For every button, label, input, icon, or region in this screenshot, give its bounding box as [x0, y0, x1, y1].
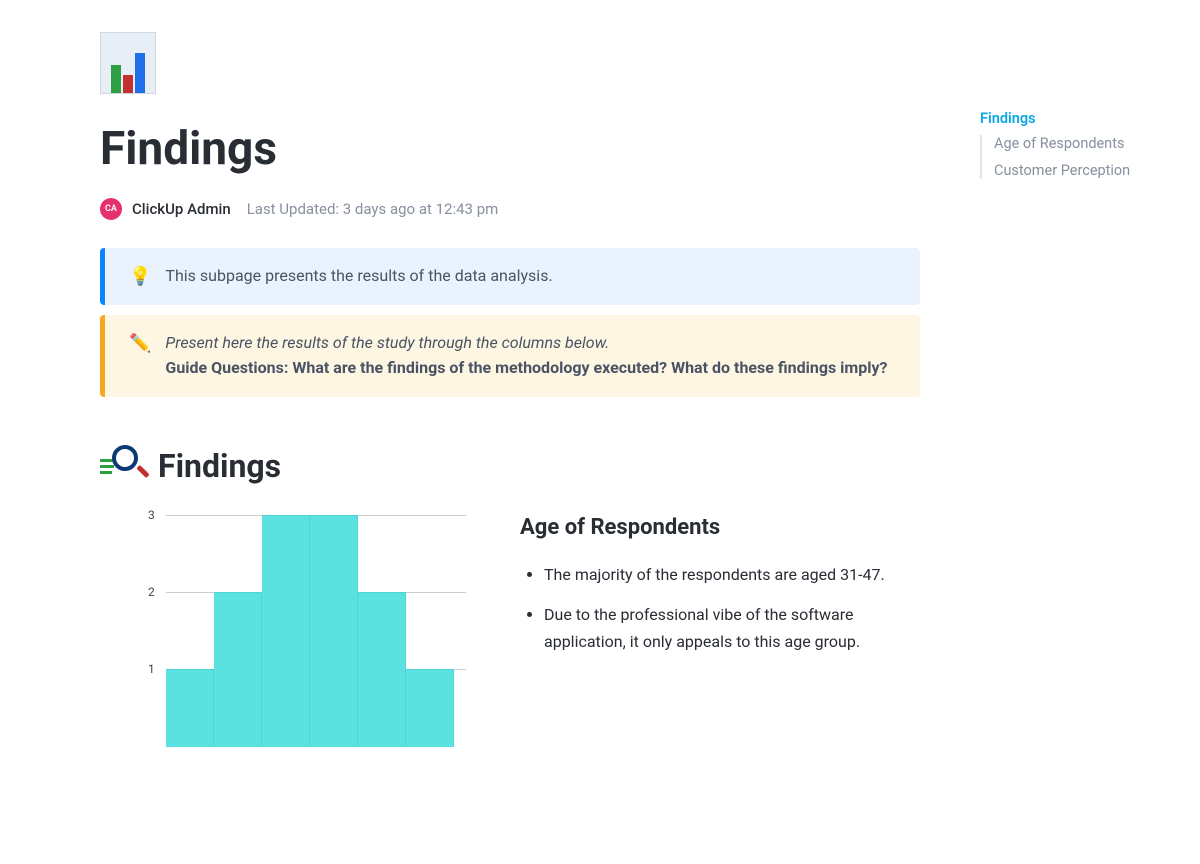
author-name: ClickUp Admin [132, 200, 231, 218]
magnifier-chart-icon [100, 445, 148, 487]
meta-row: CA ClickUp Admin Last Updated: 3 days ag… [100, 198, 920, 220]
list-item: The majority of the respondents are aged… [544, 562, 900, 588]
page-emoji-icon[interactable] [100, 32, 156, 94]
chart-bar [406, 669, 454, 746]
last-updated: Last Updated: 3 days ago at 12:43 pm [247, 200, 499, 218]
list-item: Due to the professional vibe of the soft… [544, 602, 900, 655]
table-of-contents: Findings Age of Respondents Customer Per… [980, 110, 1160, 189]
lightbulb-icon: 💡 [129, 264, 151, 289]
toc-item[interactable]: Customer Perception [994, 162, 1160, 179]
toc-item-active[interactable]: Findings [980, 110, 1160, 127]
icon-bar-red [123, 75, 133, 93]
callout-guide: ✏️ Present here the results of the study… [100, 315, 920, 397]
callout-info-text: This subpage presents the results of the… [165, 264, 552, 289]
subsection-heading: Age of Respondents [520, 515, 900, 540]
callout-guide-line2: Guide Questions: What are the findings o… [165, 356, 887, 381]
histogram-chart: 123 [100, 515, 480, 747]
icon-bar-blue [135, 53, 145, 93]
callout-info: 💡 This subpage presents the results of t… [100, 248, 920, 305]
pencil-icon: ✏️ [129, 331, 151, 381]
chart-bar [166, 669, 214, 746]
chart-bar [262, 515, 310, 747]
chart-bar [214, 592, 262, 747]
findings-list: The majority of the respondents are aged… [520, 562, 900, 655]
toc-item[interactable]: Age of Respondents [994, 135, 1160, 152]
y-tick-label: 3 [148, 508, 155, 522]
callout-guide-line1: Present here the results of the study th… [165, 331, 887, 356]
y-tick-label: 2 [148, 585, 155, 599]
chart-bar [358, 592, 406, 747]
y-tick-label: 1 [148, 662, 155, 676]
section-heading: Findings [158, 447, 281, 485]
page-title: Findings [100, 122, 920, 176]
author-avatar[interactable]: CA [100, 198, 122, 220]
icon-bar-green [111, 65, 121, 93]
chart-bar [310, 515, 358, 747]
